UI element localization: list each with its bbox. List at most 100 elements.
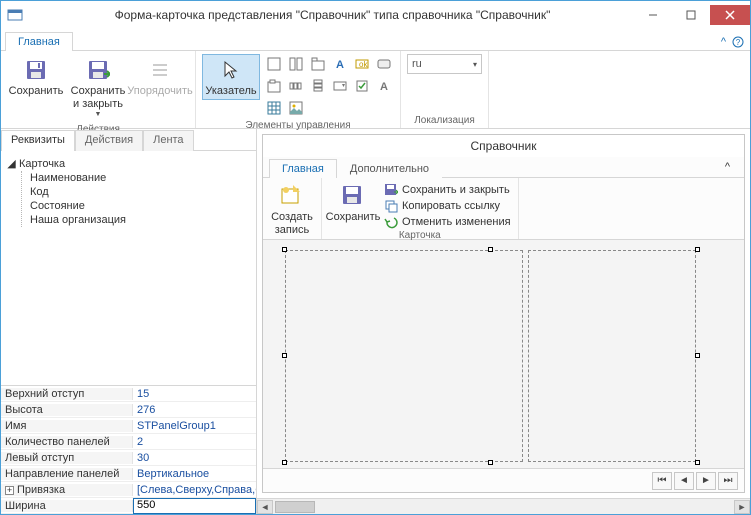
resize-handle[interactable] bbox=[488, 247, 493, 252]
prop-row: Ширина550 bbox=[1, 498, 256, 514]
left-tab-actions[interactable]: Действия bbox=[75, 130, 143, 151]
preview-tab-extra[interactable]: Дополнительно bbox=[337, 159, 442, 178]
undo-icon bbox=[384, 215, 398, 229]
left-tab-props[interactable]: Реквизиты bbox=[1, 130, 75, 151]
titlebar: Форма-карточка представления "Справочник… bbox=[1, 1, 750, 29]
width-input[interactable]: 550 bbox=[133, 498, 256, 514]
reorder-button: Упорядочить bbox=[131, 54, 189, 100]
control-tab-icon[interactable] bbox=[308, 54, 328, 74]
scroll-thumb[interactable] bbox=[275, 501, 315, 513]
collapse-ribbon-icon[interactable]: ^ bbox=[717, 157, 738, 177]
copy-link-icon bbox=[384, 199, 398, 213]
svg-text:A: A bbox=[380, 81, 388, 93]
minimize-button[interactable] bbox=[634, 5, 672, 25]
ribbon-group-localization: Локализация bbox=[414, 113, 475, 128]
tree[interactable]: ◢Карточка Наименование Код Состояние Наш… bbox=[1, 151, 256, 385]
save-close-button[interactable]: Сохранить и закрыть ▼ bbox=[69, 54, 127, 122]
resize-handle[interactable] bbox=[695, 353, 700, 358]
prop-row: Высота276 bbox=[1, 402, 256, 418]
control-combobox-icon[interactable] bbox=[330, 76, 350, 96]
preview-cancel-button[interactable]: Отменить изменения bbox=[382, 214, 513, 229]
prop-row: Левый отступ30 bbox=[1, 450, 256, 466]
svg-text:?: ? bbox=[736, 38, 741, 47]
form-preview: Справочник Главная Дополнительно ^ Созда… bbox=[262, 134, 745, 493]
prop-row: Направление панелейВертикальное bbox=[1, 466, 256, 482]
nav-next-button[interactable]: ► bbox=[696, 472, 716, 490]
prop-row: Количество панелей2 bbox=[1, 434, 256, 450]
list-icon bbox=[148, 58, 172, 82]
design-panel[interactable] bbox=[528, 250, 696, 462]
control-grid-icon[interactable] bbox=[264, 98, 284, 118]
dropdown-caret-icon: ▼ bbox=[95, 111, 102, 119]
preview-tab-main[interactable]: Главная bbox=[269, 159, 337, 178]
floppy-icon bbox=[341, 184, 365, 208]
dropdown-caret-icon: ▾ bbox=[473, 60, 477, 69]
control-button-icon[interactable] bbox=[374, 54, 394, 74]
preview-copy-link-button[interactable]: Копировать ссылку bbox=[382, 198, 513, 213]
preview-save-close-button[interactable]: Сохранить и закрыть bbox=[382, 182, 513, 197]
close-button[interactable] bbox=[710, 5, 750, 25]
control-image-icon[interactable] bbox=[286, 98, 306, 118]
resize-handle[interactable] bbox=[695, 247, 700, 252]
scroll-right-button[interactable]: ► bbox=[734, 500, 750, 514]
tree-node[interactable]: Наименование bbox=[30, 171, 250, 185]
locale-select[interactable]: ru ▾ bbox=[407, 54, 482, 74]
panel-group-selected[interactable] bbox=[285, 250, 697, 462]
app-icon bbox=[7, 7, 23, 23]
tree-node[interactable]: Наша организация bbox=[30, 213, 250, 227]
control-vstack-icon[interactable] bbox=[308, 76, 328, 96]
resize-handle[interactable] bbox=[282, 353, 287, 358]
preview-save-button[interactable]: Сохранить bbox=[327, 180, 379, 226]
control-checkbox-icon[interactable] bbox=[352, 76, 372, 96]
ribbon-tab-main[interactable]: Главная bbox=[5, 32, 73, 51]
resize-handle[interactable] bbox=[488, 460, 493, 465]
control-label-icon[interactable]: A bbox=[330, 54, 350, 74]
expand-ribbon-icon[interactable]: ^ bbox=[721, 36, 726, 48]
nav-prev-button[interactable]: ◄ bbox=[674, 472, 694, 490]
resize-handle[interactable] bbox=[282, 460, 287, 465]
design-panel[interactable] bbox=[285, 250, 523, 462]
tree-node[interactable]: Код bbox=[30, 185, 250, 199]
design-surface[interactable] bbox=[263, 240, 744, 468]
svg-text:ok: ok bbox=[359, 60, 368, 69]
control-groupbox-icon[interactable] bbox=[264, 76, 284, 96]
floppy-icon bbox=[24, 58, 48, 82]
prop-row: ИмяSTPanelGroup1 bbox=[1, 418, 256, 434]
pointer-button[interactable]: Указатель bbox=[202, 54, 260, 100]
window-title: Форма-карточка представления "Справочник… bbox=[31, 8, 634, 22]
tree-root[interactable]: ◢Карточка bbox=[7, 157, 250, 171]
ribbon-tabstrip: Главная ^ ? bbox=[1, 29, 750, 51]
create-record-button[interactable]: Создать запись bbox=[268, 180, 316, 239]
left-tab-ribbon[interactable]: Лента bbox=[143, 130, 193, 151]
svg-text:A: A bbox=[336, 59, 344, 71]
prop-row: Верхний отступ15 bbox=[1, 386, 256, 402]
collapse-icon[interactable]: ◢ bbox=[7, 160, 16, 169]
save-button[interactable]: Сохранить bbox=[7, 54, 65, 100]
cursor-icon bbox=[219, 58, 243, 82]
floppy-arrow-icon bbox=[86, 58, 110, 82]
control-hstack-icon[interactable] bbox=[286, 76, 306, 96]
property-grid[interactable]: Верхний отступ15 Высота276 ИмяSTPanelGro… bbox=[1, 385, 256, 514]
controls-palette: A ok A bbox=[264, 54, 394, 118]
floppy-arrow-icon bbox=[384, 183, 398, 197]
resize-handle[interactable] bbox=[695, 460, 700, 465]
control-textbox-icon[interactable]: ok bbox=[352, 54, 372, 74]
tree-node[interactable]: Состояние bbox=[30, 199, 250, 213]
nav-first-button[interactable]: ⏮ bbox=[652, 472, 672, 490]
expand-icon[interactable]: + bbox=[5, 486, 14, 495]
horizontal-scrollbar[interactable]: ◄ ► bbox=[257, 498, 750, 514]
ribbon: Сохранить Сохранить и закрыть ▼ Упорядоч… bbox=[1, 51, 750, 129]
help-icon[interactable]: ? bbox=[732, 36, 744, 48]
preview-statusbar: ⏮ ◄ ► ⏭ bbox=[263, 468, 744, 492]
control-panel-icon[interactable] bbox=[264, 54, 284, 74]
maximize-button[interactable] bbox=[672, 5, 710, 25]
resize-handle[interactable] bbox=[282, 247, 287, 252]
prop-row: +Привязка[Слева,Сверху,Справа,Снизу] bbox=[1, 482, 256, 498]
nav-last-button[interactable]: ⏭ bbox=[718, 472, 738, 490]
new-record-icon bbox=[280, 184, 304, 208]
preview-title: Справочник bbox=[263, 135, 744, 157]
control-splitpanel-icon[interactable] bbox=[286, 54, 306, 74]
scroll-left-button[interactable]: ◄ bbox=[257, 500, 273, 514]
control-richtext-icon[interactable]: A bbox=[374, 76, 394, 96]
left-pane: Реквизиты Действия Лента ◢Карточка Наиме… bbox=[1, 129, 257, 514]
